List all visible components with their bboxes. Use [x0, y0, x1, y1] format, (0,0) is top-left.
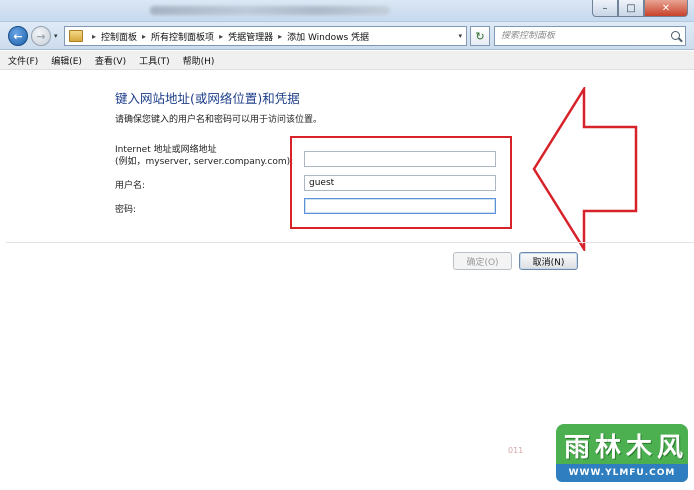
menu-file[interactable]: 文件(F): [8, 54, 38, 67]
address-example-label: (例如，myserver, server.company.com):: [115, 157, 294, 167]
refresh-button[interactable]: ↻: [470, 26, 490, 46]
breadcrumb-all-items[interactable]: 所有控制面板项: [151, 30, 214, 43]
address-history-dropdown-icon[interactable]: ▾: [458, 32, 462, 40]
menu-help[interactable]: 帮助(H): [183, 54, 215, 67]
watermark-background: 雨 林 木 风: [556, 424, 688, 464]
page-description: 请确保您键入的用户名和密码可以用于访问该位置。: [115, 115, 323, 125]
ok-button[interactable]: 确定(O): [453, 252, 512, 270]
blurred-window-title: [150, 6, 390, 15]
password-label: 密码:: [115, 205, 137, 215]
breadcrumb-separator-icon[interactable]: ▸: [219, 32, 223, 41]
search-input[interactable]: [501, 31, 661, 41]
forward-arrow-icon[interactable]: →: [31, 26, 51, 46]
watermark-char: 雨: [564, 432, 590, 463]
navigation-bar: ← → ▾ ▸ 控制面板 ▸ 所有控制面板项 ▸ 凭据管理器 ▸ 添加 Wind…: [0, 22, 694, 50]
search-box[interactable]: [494, 26, 686, 46]
search-icon[interactable]: [671, 31, 680, 40]
watermark-logo: 雨 林 木 风 WWW.YLMFU.COM: [556, 424, 688, 486]
breadcrumb-separator-icon[interactable]: ▸: [142, 32, 146, 41]
breadcrumb-credential-manager[interactable]: 凭据管理器: [228, 30, 273, 43]
page-title: 键入网站地址(或网络位置)和凭据: [115, 91, 300, 106]
address-bar[interactable]: ▸ 控制面板 ▸ 所有控制面板项 ▸ 凭据管理器 ▸ 添加 Windows 凭据…: [64, 26, 467, 46]
username-label: 用户名:: [115, 181, 146, 191]
watermark-char: 林: [594, 432, 621, 463]
window-controls: – □ ✕: [592, 0, 688, 17]
cancel-button[interactable]: 取消(N): [519, 252, 578, 270]
title-bar: – □ ✕: [0, 0, 694, 22]
breadcrumb-control-panel[interactable]: 控制面板: [101, 30, 137, 43]
menu-bar: 文件(F) 编辑(E) 查看(V) 工具(T) 帮助(H): [0, 51, 694, 70]
faint-text: 011: [508, 446, 524, 455]
menu-tools[interactable]: 工具(T): [139, 54, 170, 67]
breadcrumb-separator-icon[interactable]: ▸: [92, 32, 96, 41]
minimize-button[interactable]: –: [592, 0, 618, 17]
maximize-button[interactable]: □: [618, 0, 644, 17]
divider: [6, 242, 694, 243]
breadcrumb-separator-icon[interactable]: ▸: [278, 32, 282, 41]
recent-pages-dropdown-icon[interactable]: ▾: [54, 32, 58, 40]
watermark-char: 木: [625, 432, 652, 463]
breadcrumb-add-windows-credential[interactable]: 添加 Windows 凭据: [287, 30, 369, 43]
watermark-url: WWW.YLMFU.COM: [556, 464, 688, 482]
watermark-characters: 雨 林 木 风: [564, 430, 683, 463]
refresh-icon: ↻: [475, 29, 485, 43]
menu-edit[interactable]: 编辑(E): [51, 54, 82, 67]
close-button[interactable]: ✕: [644, 0, 688, 17]
annotation-highlight-box: [290, 136, 512, 229]
back-arrow-icon[interactable]: ←: [8, 26, 28, 46]
annotation-arrow-icon: [532, 87, 638, 251]
control-panel-icon: [69, 30, 83, 42]
watermark-char: 风: [656, 432, 683, 463]
menu-view[interactable]: 查看(V): [95, 54, 126, 67]
